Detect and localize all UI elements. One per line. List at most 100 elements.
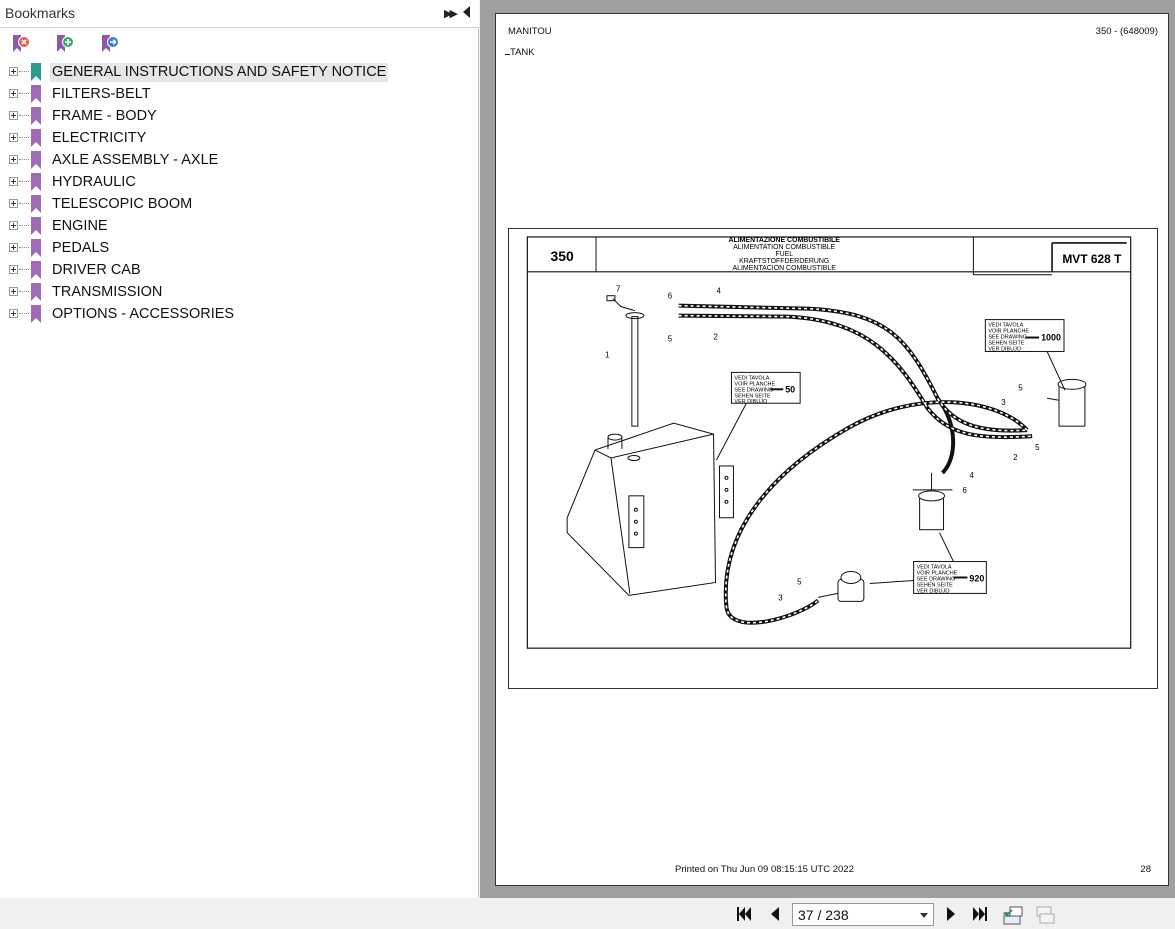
bookmark-label: GENERAL INSTRUCTIONS AND SAFETY NOTICE bbox=[50, 63, 389, 82]
previous-page-icon[interactable] bbox=[766, 905, 784, 923]
bookmark-item[interactable]: FILTERS-BELT bbox=[0, 83, 479, 105]
bookmark-label: AXLE ASSEMBLY - AXLE bbox=[52, 152, 219, 168]
ref-1000-target: 1000 bbox=[1041, 333, 1061, 343]
expand-icon[interactable] bbox=[9, 111, 18, 120]
expand-icon[interactable] bbox=[9, 309, 18, 318]
tree-connector bbox=[19, 269, 29, 270]
ref-50-target: 50 bbox=[785, 384, 795, 394]
plate-title-fr: ALIMENTATION COMBUSTIBLE bbox=[733, 244, 835, 251]
bookmark-icon bbox=[31, 283, 41, 301]
document-page: MANITOU 350 - (648009) TANK 3 50 ALIMENTA… bbox=[495, 13, 1169, 886]
bookmark-label: DRIVER CAB bbox=[52, 262, 141, 278]
tree-connector bbox=[19, 137, 29, 138]
bookmark-item[interactable]: OPTIONS - ACCESSORIES bbox=[0, 303, 479, 325]
ref-1000-line-5: VER DIBUJO bbox=[988, 346, 1021, 352]
callout-2b: 2 bbox=[1013, 453, 1018, 462]
bookmark-icon bbox=[31, 239, 41, 257]
expand-icon[interactable] bbox=[9, 265, 18, 274]
page-selector[interactable]: 37 / 238 bbox=[792, 903, 934, 926]
callout-2: 2 bbox=[714, 333, 719, 342]
bookmark-icon bbox=[31, 261, 41, 279]
bookmark-label: FRAME - BODY bbox=[52, 108, 157, 124]
printed-timestamp: Printed on Thu Jun 09 08:15:15 UTC 2022 bbox=[675, 864, 854, 875]
callout-3b: 3 bbox=[778, 593, 783, 602]
bookmark-item[interactable]: AXLE ASSEMBLY - AXLE bbox=[0, 149, 479, 171]
bookmark-item[interactable]: PEDALS bbox=[0, 237, 479, 259]
dock-panel-icon[interactable]: ▶▶ bbox=[444, 7, 458, 20]
tree-connector bbox=[19, 159, 29, 160]
callout-7: 7 bbox=[616, 285, 621, 294]
callout-4b: 4 bbox=[969, 471, 974, 480]
expand-icon[interactable] bbox=[9, 133, 18, 142]
expand-icon[interactable] bbox=[9, 243, 18, 252]
callout-6b: 6 bbox=[962, 486, 967, 495]
plate-title-it: ALIMENTAZIONE COMBUSTIBILE bbox=[728, 237, 840, 244]
page-reference: 350 - (648009) bbox=[1095, 26, 1158, 37]
bookmark-item[interactable]: HYDRAULIC bbox=[0, 171, 479, 193]
callout-4: 4 bbox=[717, 287, 722, 296]
remove-bookmark-icon[interactable] bbox=[10, 33, 32, 55]
bookmark-icon bbox=[31, 195, 41, 213]
expand-icon[interactable] bbox=[9, 199, 18, 208]
expand-icon[interactable] bbox=[9, 221, 18, 230]
bookmark-item[interactable]: TELESCOPIC BOOM bbox=[0, 193, 479, 215]
bookmark-icon bbox=[31, 107, 41, 125]
bookmark-icon bbox=[31, 129, 41, 147]
bookmark-label: TELESCOPIC BOOM bbox=[52, 196, 193, 212]
document-viewer[interactable]: MANITOU 350 - (648009) TANK 3 50 ALIMENTA… bbox=[480, 0, 1175, 898]
bookmark-label: ELECTRICITY bbox=[52, 130, 147, 146]
first-page-icon[interactable] bbox=[735, 905, 753, 923]
bookmarks-header: Bookmarks ▶▶ bbox=[0, 0, 479, 28]
continuous-page-icon[interactable] bbox=[1034, 904, 1056, 926]
callout-5d: 5 bbox=[797, 577, 802, 586]
page-brand: MANITOU bbox=[508, 26, 552, 37]
reference-box-1000: VEDI TAVOLA VOIR PLANCHE SEE DRAWING SEH… bbox=[984, 319, 1065, 352]
callout-3: 3 bbox=[1001, 398, 1006, 407]
bookmark-icon bbox=[31, 217, 41, 235]
ref-50-line-5: VER DIBUJO bbox=[734, 399, 767, 405]
bookmark-icon bbox=[31, 173, 41, 191]
bookmark-label: HYDRAULIC bbox=[52, 174, 136, 190]
ref-920-target: 920 bbox=[969, 573, 984, 583]
plate-model: MVT 628 T bbox=[1062, 252, 1122, 266]
callout-5b: 5 bbox=[1018, 383, 1023, 392]
tree-connector bbox=[19, 225, 29, 226]
tree-connector bbox=[19, 93, 29, 94]
navigation-bar bbox=[0, 898, 1175, 929]
bookmark-icon bbox=[31, 63, 41, 81]
bookmark-label: ENGINE bbox=[52, 218, 108, 234]
bookmark-item[interactable]: FRAME - BODY bbox=[0, 105, 479, 127]
bookmark-item[interactable]: ENGINE bbox=[0, 215, 479, 237]
next-page-icon[interactable] bbox=[942, 905, 960, 923]
bookmark-icon bbox=[31, 85, 41, 103]
plate-title-es: ALIMENTACION COMBUSTIBLE bbox=[733, 265, 837, 272]
last-page-icon[interactable] bbox=[971, 905, 989, 923]
bookmark-label: OPTIONS - ACCESSORIES bbox=[52, 306, 235, 322]
callout-6: 6 bbox=[668, 292, 673, 301]
bookmark-item[interactable]: DRIVER CAB bbox=[0, 259, 479, 281]
chevron-down-icon bbox=[920, 913, 928, 918]
plate-title-de: KRAFTSTOFFDERDERUNG bbox=[739, 258, 829, 265]
bookmarks-panel: Bookmarks ▶▶ GENERAL INSTRUCTIONS AND SA… bbox=[0, 0, 479, 898]
expand-icon[interactable] bbox=[9, 89, 18, 98]
add-bookmark-icon[interactable] bbox=[54, 33, 76, 55]
page-section: TANK bbox=[510, 47, 535, 58]
bookmark-item[interactable]: TRANSMISSION bbox=[0, 281, 479, 303]
callout-1: 1 bbox=[605, 350, 610, 359]
collapse-panel-icon[interactable] bbox=[463, 6, 470, 18]
bookmark-item[interactable]: ELECTRICITY bbox=[0, 127, 479, 149]
expand-icon[interactable] bbox=[9, 177, 18, 186]
bookmark-item[interactable]: GENERAL INSTRUCTIONS AND SAFETY NOTICE bbox=[0, 61, 479, 83]
expand-icon[interactable] bbox=[9, 155, 18, 164]
expand-icon[interactable] bbox=[9, 287, 18, 296]
goto-bookmark-icon[interactable] bbox=[99, 33, 121, 55]
tree-connector bbox=[19, 71, 29, 72]
bookmark-label: TRANSMISSION bbox=[52, 284, 163, 300]
tree-connector bbox=[19, 203, 29, 204]
fit-page-icon[interactable] bbox=[1002, 904, 1024, 926]
plate-title-en: FUEL bbox=[775, 251, 793, 258]
tree-connector bbox=[19, 291, 29, 292]
tree-connector bbox=[19, 181, 29, 182]
expand-icon[interactable] bbox=[9, 67, 18, 76]
tree-connector bbox=[19, 313, 29, 314]
